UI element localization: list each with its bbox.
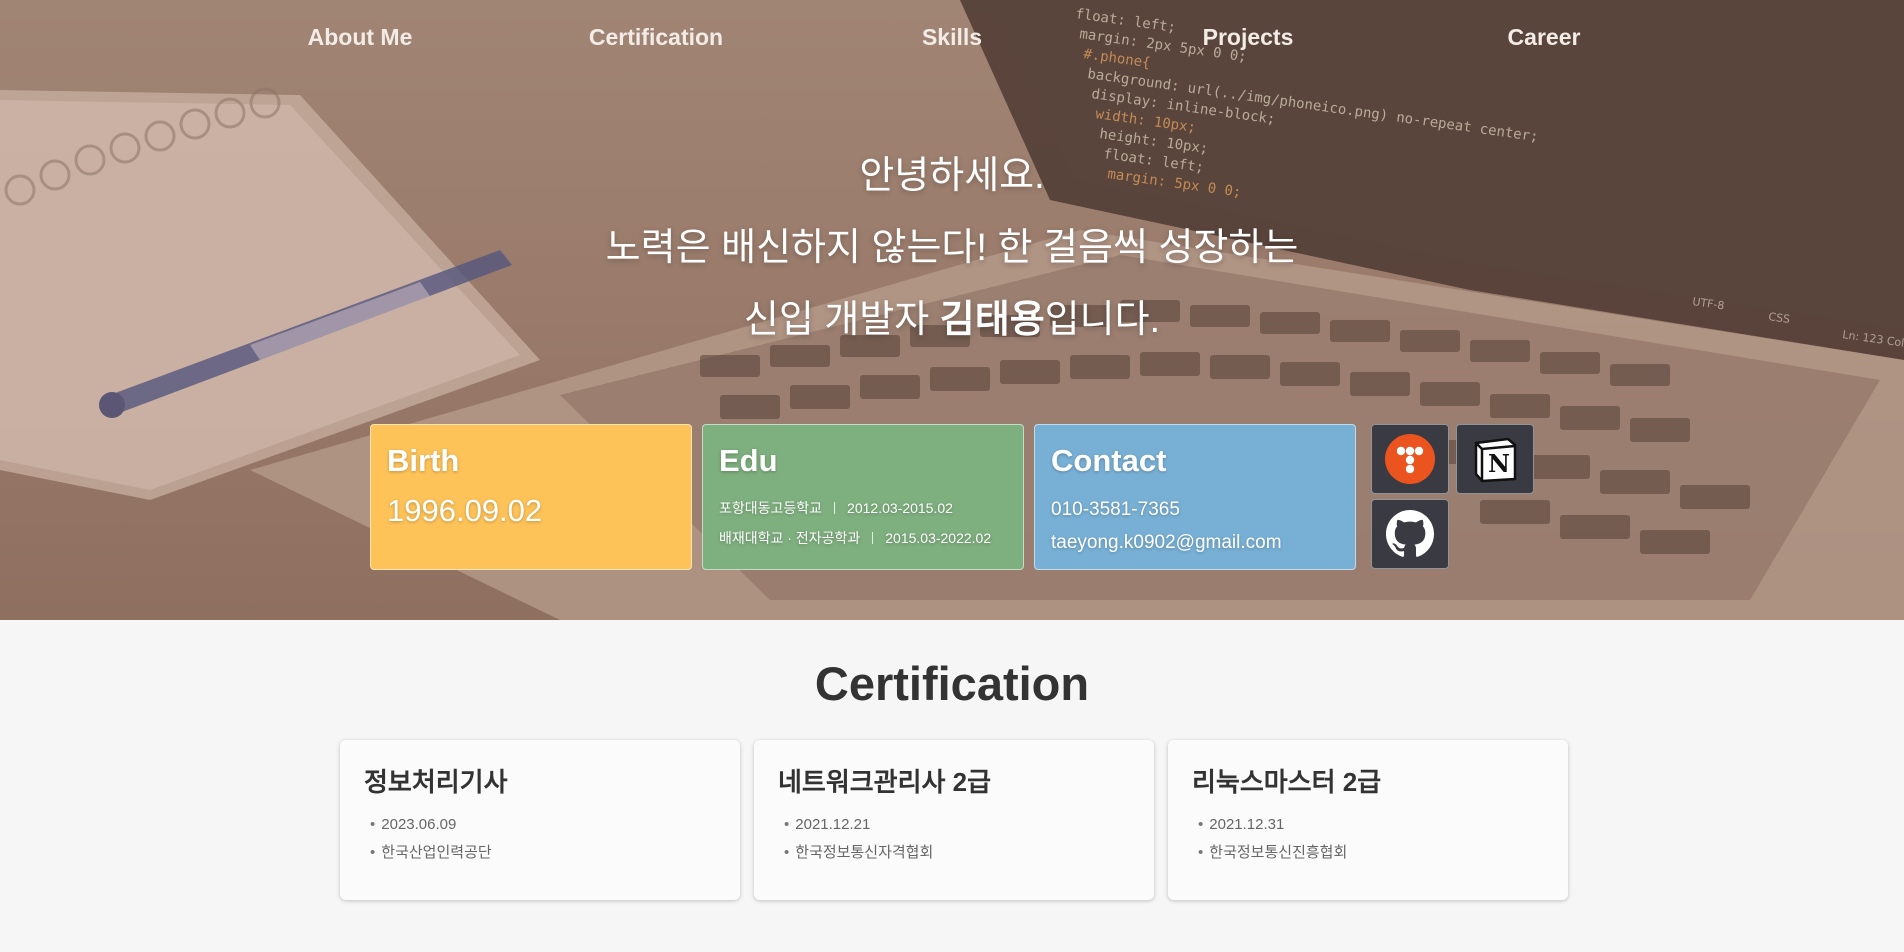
certification-title: 리눅스마스터 2급 [1192,767,1382,797]
profile-cards: Birth 1996.09.02 Edu 포항대동고등학교 2012.03-20… [370,424,1534,570]
edu-school: 포항대동고등학교 [719,500,823,516]
certification-card: 네트워크관리사 2급 2021.12.21 한국정보통신자격협회 [754,740,1154,900]
certification-date: 2023.06.09 [364,811,716,839]
intro-name: 김태용 [939,299,1045,341]
notion-icon: N [1474,437,1517,483]
edu-period: 2012.03-2015.02 [847,500,953,516]
edu-row: 포항대동고등학교 2012.03-2015.02 [719,493,1007,523]
intro-greeting: 안녕하세요. [859,155,1045,197]
intro-prefix: 신입 개발자 [743,299,940,341]
top-nav: About Me Certification Skills Projects C… [0,0,1904,74]
intro-motto: 노력은 배신하지 않는다! 한 걸음씩 성장하는 [605,227,1299,269]
edu-period: 2015.03-2022.02 [885,530,992,546]
edu-row: 배재대학교 · 전자공학과 2015.03-2022.02 [719,523,1007,553]
contact-phone[interactable]: 010-3581-7365 [1051,493,1339,526]
contact-card: Contact 010-3581-7365 taeyong.k0902@gmai… [1034,424,1356,570]
tistory-icon [1385,434,1435,484]
contact-email[interactable]: taeyong.k0902@gmail.com [1051,526,1339,559]
nav-projects[interactable]: Projects [1100,24,1396,51]
certification-issuer: 한국정보통신진흥협회 [1192,839,1544,867]
intro-suffix: 입니다. [1044,299,1161,341]
certification-title: 네트워크관리사 2급 [778,767,992,797]
social-links: N [1371,424,1534,570]
github-link-button[interactable] [1371,499,1449,569]
certification-date: 2021.12.31 [1192,811,1544,839]
intro-self-introduction: 신입 개발자 김태용입니다. [0,284,1904,356]
certification-title: 정보처리기사 [364,767,508,797]
nav-skills[interactable]: Skills [804,24,1100,51]
nav-about-me[interactable]: About Me [212,24,508,51]
edu-card: Edu 포항대동고등학교 2012.03-2015.02 배재대학교 · 전자공… [702,424,1024,570]
certification-section: Certification 정보처리기사 2023.06.09 한국산업인력공단… [0,620,1904,952]
certification-list: 정보처리기사 2023.06.09 한국산업인력공단 네트워크관리사 2급 20… [340,740,1568,900]
github-icon [1386,510,1434,557]
certification-card: 리눅스마스터 2급 2021.12.31 한국정보통신진흥협회 [1168,740,1568,900]
notion-letter: N [1488,449,1510,478]
notion-link-button[interactable]: N [1456,424,1534,494]
certification-issuer: 한국정보통신자격협회 [778,839,1130,867]
birth-card: Birth 1996.09.02 [370,424,692,570]
birth-date: 1996.09.02 [387,493,543,528]
certification-card: 정보처리기사 2023.06.09 한국산업인력공단 [340,740,740,900]
edu-school: 배재대학교 · 전자공학과 [719,530,861,546]
hero-section: float: left; margin: 2px 5px 0 0; #.phone{… [0,0,1904,620]
certification-issuer: 한국산업인력공단 [364,839,716,867]
edu-divider [834,502,836,514]
birth-card-title: Birth [387,443,460,478]
intro-text: 안녕하세요. 노력은 배신하지 않는다! 한 걸음씩 성장하는 신입 개발자 김… [0,140,1904,356]
certification-date: 2021.12.21 [778,811,1130,839]
nav-certification[interactable]: Certification [508,24,804,51]
certification-heading: Certification [814,657,1090,710]
contact-card-title: Contact [1051,443,1167,478]
tistory-link-button[interactable] [1371,424,1449,494]
edu-divider [872,532,874,544]
nav-career[interactable]: Career [1396,24,1692,51]
edu-card-title: Edu [719,443,778,478]
